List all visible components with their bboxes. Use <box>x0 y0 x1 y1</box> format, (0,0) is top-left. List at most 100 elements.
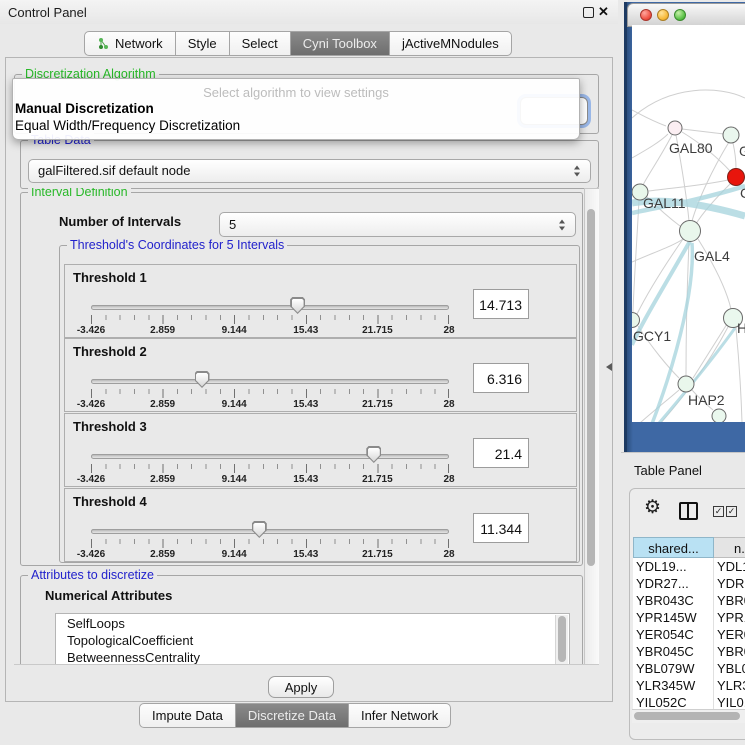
dropdown-option-manual-discretization[interactable]: Manual Discretization <box>15 101 154 116</box>
threshold-3-value-field[interactable]: 21.4 <box>473 438 529 468</box>
node-selected-red[interactable] <box>728 169 745 186</box>
combo-value: galFiltered.sif default node <box>38 160 190 182</box>
threshold-4-value-field[interactable]: 11.344 <box>473 513 529 543</box>
table-row[interactable]: YER054CYER0... <box>633 626 745 643</box>
checkbox-icon[interactable] <box>726 506 737 517</box>
tab-jactivemnodules[interactable]: jActiveMNodules <box>390 31 512 56</box>
threshold-1-panel: Threshold 1 -3.4262.8599.14415.4321.7152… <box>64 264 577 338</box>
tab-infer-network[interactable]: Infer Network <box>349 703 451 728</box>
table-row[interactable]: YBR043CYBR0... <box>633 592 745 609</box>
node-gal80[interactable] <box>668 121 682 135</box>
table-row[interactable]: YDR27...YDR2... <box>633 575 745 592</box>
slider-tick-labels: -3.4262.8599.14415.4321.71528 <box>91 474 449 486</box>
column-header-name[interactable]: n... <box>714 537 745 558</box>
table-row[interactable]: YBL079WYBL0... <box>633 660 745 677</box>
node-label-g: G <box>739 143 745 159</box>
column-header-shared-name[interactable]: shared... <box>633 537 714 558</box>
threshold-1-slider-thumb[interactable] <box>290 297 305 314</box>
thresholds-group: Threshold's Coordinates for 5 Intervals … <box>59 245 580 563</box>
node-g[interactable] <box>723 127 739 143</box>
node-hap2[interactable] <box>678 376 694 392</box>
threshold-4-slider-thumb[interactable] <box>252 521 267 538</box>
node-gal4[interactable] <box>680 221 701 242</box>
list-item[interactable]: SelfLoops <box>56 615 569 632</box>
interval-definition-group: Interval Definition Number of Intervals … <box>20 192 583 566</box>
network-graph: GAL80 G C GAL11 GAL4 GCY1 H HAP2 <box>632 25 745 422</box>
network-icon <box>97 37 110 50</box>
slider-tick-labels: -3.4262.8599.14415.4321.71528 <box>91 325 449 337</box>
threshold-1-value-field[interactable]: 14.713 <box>473 289 529 319</box>
apply-button[interactable]: Apply <box>268 676 334 698</box>
numerical-attributes-label: Numerical Attributes <box>45 588 172 603</box>
threshold-label: Threshold 2 <box>73 344 147 359</box>
table-data-combo[interactable]: galFiltered.sif default node <box>28 159 591 183</box>
control-panel-tabs: Network Style Select Cyni Toolbox jActiv… <box>84 31 512 56</box>
table-panel: Table Panel ⚙ shared... n... YDL19...YDL… <box>621 452 745 745</box>
slider-ticks <box>91 539 449 548</box>
dropdown-hint: Select algorithm to view settings <box>13 85 579 100</box>
combo-arrows-icon <box>558 218 567 231</box>
attributes-list-scrollbar[interactable] <box>555 615 568 665</box>
node-table: ⚙ shared... n... YDL19...YDL1... YDR27..… <box>629 488 745 740</box>
threshold-3-slider-track[interactable] <box>91 454 449 459</box>
horizontal-scrollbar[interactable] <box>632 709 745 723</box>
node-label-gcy1: GCY1 <box>633 328 671 344</box>
table-row[interactable]: YIL052CYIL0... <box>633 694 745 709</box>
threshold-2-slider-track[interactable] <box>91 379 449 384</box>
threshold-2-panel: Threshold 2 -3.4262.8599.14415.4321.7152… <box>64 338 577 412</box>
zoom-traffic-light[interactable] <box>674 9 686 21</box>
threshold-1-slider-track[interactable] <box>91 305 449 310</box>
close-icon[interactable]: ✕ <box>598 4 609 20</box>
minimize-traffic-light[interactable] <box>657 9 669 21</box>
checkbox-icon[interactable] <box>713 506 724 517</box>
node-label-h: H <box>737 320 745 336</box>
tab-select[interactable]: Select <box>230 31 291 56</box>
tab-network[interactable]: Network <box>84 31 176 56</box>
threshold-2-slider-thumb[interactable] <box>195 371 210 388</box>
numerical-attributes-list: SelfLoops TopologicalCoefficient Between… <box>55 613 570 665</box>
tab-discretize-data[interactable]: Discretize Data <box>236 703 349 728</box>
pane-divider-arrow[interactable] <box>606 363 612 371</box>
panel-title: Control Panel <box>8 5 87 20</box>
table-row[interactable]: YBR045CYBR0... <box>633 643 745 660</box>
vertical-scrollbar[interactable] <box>584 188 599 665</box>
combo-value: 5 <box>229 213 236 236</box>
group-title: Interval Definition <box>28 188 131 199</box>
column-layout-icon[interactable] <box>679 502 698 520</box>
control-panel-titlebar: Control Panel ✕ <box>0 0 618 24</box>
tab-style[interactable]: Style <box>176 31 230 56</box>
node-gcy1[interactable] <box>632 313 640 328</box>
float-window-icon[interactable] <box>583 7 594 18</box>
group-title: Attributes to discretize <box>28 568 157 582</box>
list-item[interactable]: TopologicalCoefficient <box>56 632 569 649</box>
threshold-2-value-field[interactable]: 6.316 <box>473 363 529 393</box>
tab-label: Network <box>115 32 163 55</box>
slider-ticks <box>91 464 449 473</box>
network-window-titlebar[interactable] <box>627 3 745 27</box>
threshold-label: Threshold 1 <box>73 270 147 285</box>
scrollbar-thumb[interactable] <box>587 209 595 566</box>
table-row[interactable]: YPR145WYPR1... <box>633 609 745 626</box>
slider-ticks <box>91 389 449 398</box>
threshold-4-panel: Threshold 4 -3.4262.8599.14415.4321.7152… <box>64 488 577 562</box>
tab-impute-data[interactable]: Impute Data <box>139 703 236 728</box>
slider-tick-labels: -3.4262.8599.14415.4321.71528 <box>91 399 449 411</box>
combo-arrows-icon <box>573 165 582 178</box>
threshold-3-slider-thumb[interactable] <box>366 446 381 463</box>
scrollbar-thumb[interactable] <box>634 712 740 720</box>
table-row[interactable]: YLR345WYLR3... <box>633 677 745 694</box>
table-row[interactable]: YDL19...YDL1... <box>633 558 745 575</box>
tab-cyni-toolbox[interactable]: Cyni Toolbox <box>291 31 390 56</box>
table-rows: YDL19...YDL1... YDR27...YDR2... YBR043CY… <box>633 558 745 709</box>
threshold-4-slider-track[interactable] <box>91 529 449 534</box>
threshold-label: Threshold 4 <box>73 494 147 509</box>
number-of-intervals-combo[interactable]: 5 <box>219 212 576 237</box>
slider-tick-labels: -3.4262.8599.14415.4321.71528 <box>91 549 449 561</box>
gear-icon[interactable]: ⚙ <box>644 496 661 519</box>
dropdown-option-equal-width[interactable]: Equal Width/Frequency Discretization <box>15 118 240 133</box>
algorithm-dropdown-popup: Select algorithm to view settings Manual… <box>12 78 580 140</box>
list-item[interactable]: BetweennessCentrality <box>56 649 569 665</box>
network-canvas[interactable]: GAL80 G C GAL11 GAL4 GCY1 H HAP2 <box>632 25 745 422</box>
node-bottom[interactable] <box>712 409 726 422</box>
close-traffic-light[interactable] <box>640 9 652 21</box>
